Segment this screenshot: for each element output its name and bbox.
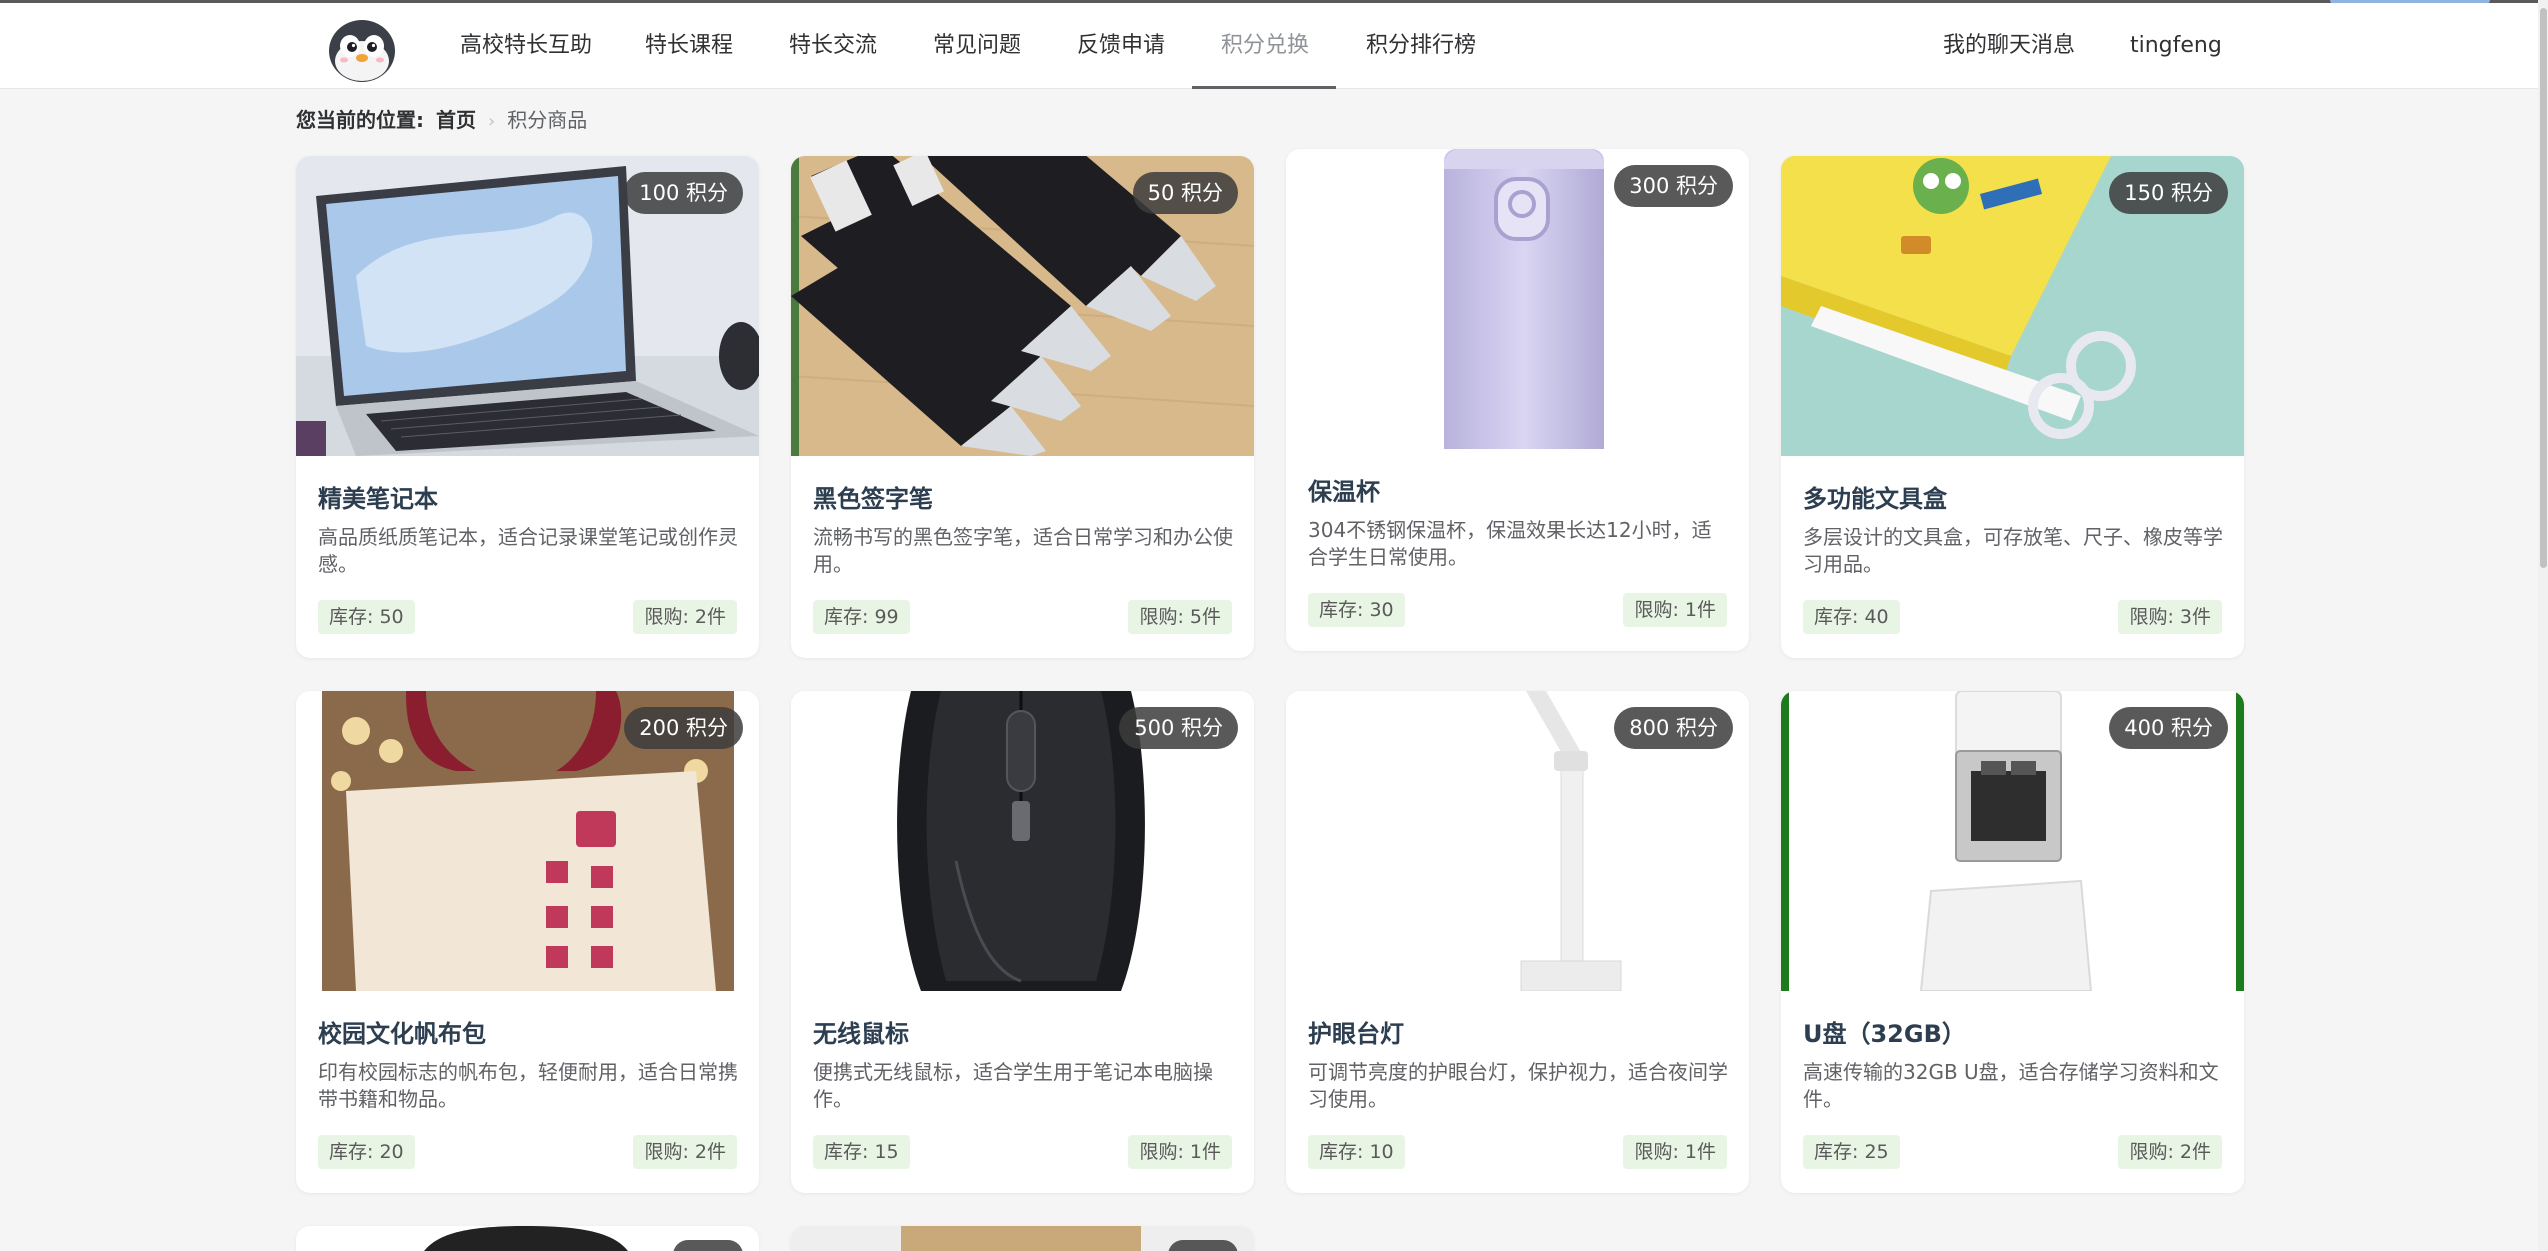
header: 高校特长互助 特长课程 特长交流 常见问题 反馈申请 积分兑换 积分排行榜 我的… (0, 3, 2538, 89)
product-description: 便携式无线鼠标，适合学生用于笔记本电脑操作。 (813, 1060, 1213, 1111)
nav-item-feedback[interactable]: 反馈申请 (1077, 3, 1165, 89)
points-badge: 400 积分 (2109, 707, 2228, 749)
product-card[interactable]: 300 积分 保温杯 304不锈钢保温杯，保温效果长达12小时，适合学生日常使用… (1286, 149, 1749, 651)
product-image-thermos: 300 积分 (1286, 149, 1749, 449)
stock-tag: 库存: 40 (1803, 600, 1900, 634)
product-name: 护眼台灯 (1308, 1020, 1404, 1048)
points-badge (1168, 1240, 1238, 1251)
stock-tag: 库存: 99 (813, 600, 910, 634)
product-name: 无线鼠标 (813, 1020, 909, 1048)
product-card[interactable] (296, 1226, 759, 1251)
breadcrumb-home-link[interactable]: 首页 (436, 108, 476, 132)
nav-item-points-exchange[interactable]: 积分兑换 (1221, 3, 1309, 89)
breadcrumb: 您当前的位置: 首页 › 积分商品 (296, 105, 587, 135)
nav-item-points-ranking[interactable]: 积分排行榜 (1366, 3, 1476, 89)
product-name: 校园文化帆布包 (318, 1020, 486, 1048)
limit-tag: 限购: 2件 (633, 1135, 737, 1169)
product-description: 流畅书写的黑色签字笔，适合日常学习和办公使用。 (813, 525, 1233, 576)
product-description: 印有校园标志的帆布包，轻便耐用，适合日常携带书籍和物品。 (318, 1060, 738, 1111)
points-badge: 500 积分 (1119, 707, 1238, 749)
breadcrumb-current: 积分商品 (507, 108, 588, 132)
nav-item-skill-mutual-aid[interactable]: 高校特长互助 (460, 3, 592, 89)
breadcrumb-separator: › (488, 111, 496, 132)
product-description: 高品质纸质笔记本，适合记录课堂笔记或创作灵感。 (318, 525, 738, 576)
product-name: 黑色签字笔 (813, 485, 933, 513)
product-description: 304不锈钢保温杯，保温效果长达12小时，适合学生日常使用。 (1308, 518, 1712, 569)
product-image-usb-drive: 400 积分 (1781, 691, 2244, 991)
limit-tag: 限购: 2件 (633, 600, 737, 634)
points-badge (673, 1240, 743, 1251)
product-image-laptop: 100 积分 (296, 156, 759, 456)
nav-item-faq[interactable]: 常见问题 (933, 3, 1021, 89)
nav-item-skill-exchange[interactable]: 特长交流 (789, 3, 877, 89)
scrollbar-thumb[interactable] (2540, 8, 2547, 568)
product-name: U盘（32GB） (1803, 1020, 1966, 1048)
user-menu[interactable]: tingfeng (2130, 3, 2222, 89)
limit-tag: 限购: 1件 (1128, 1135, 1232, 1169)
points-badge: 300 积分 (1614, 165, 1733, 207)
product-description: 多层设计的文具盒，可存放笔、尺子、橡皮等学习用品。 (1803, 525, 2223, 576)
points-badge: 50 积分 (1132, 172, 1238, 214)
stock-tag: 库存: 30 (1308, 593, 1405, 627)
product-name: 保温杯 (1308, 478, 1380, 506)
product-card[interactable] (791, 1226, 1254, 1251)
product-name: 精美笔记本 (318, 485, 438, 513)
logo-penguin-icon[interactable] (326, 15, 398, 83)
points-badge: 100 积分 (624, 172, 743, 214)
points-badge: 800 积分 (1614, 707, 1733, 749)
product-image-stationery-box: 150 积分 (1781, 156, 2244, 456)
nav-item-skill-courses[interactable]: 特长课程 (645, 3, 733, 89)
chat-messages-link[interactable]: 我的聊天消息 (1943, 3, 2075, 89)
stock-tag: 库存: 20 (318, 1135, 415, 1169)
product-description: 高速传输的32GB U盘，适合存储学习资料和文件。 (1803, 1060, 2219, 1111)
breadcrumb-prefix: 您当前的位置: (296, 108, 424, 132)
stock-tag: 库存: 10 (1308, 1135, 1405, 1169)
points-badge: 150 积分 (2109, 172, 2228, 214)
product-card[interactable]: 50 积分 黑色签字笔 流畅书写的黑色签字笔，适合日常学习和办公使用。 库存: … (791, 156, 1254, 658)
product-card[interactable]: 100 积分 精美笔记本 高品质纸质笔记本，适合记录课堂笔记或创作灵感。 库存:… (296, 156, 759, 658)
product-image-pens: 50 积分 (791, 156, 1254, 456)
points-badge: 200 积分 (624, 707, 743, 749)
product-image-mouse: 500 积分 (791, 691, 1254, 991)
stock-tag: 库存: 15 (813, 1135, 910, 1169)
limit-tag: 限购: 5件 (1128, 600, 1232, 634)
product-image-canvas-bag: 200 积分 (296, 691, 759, 991)
product-card[interactable]: 800 积分 护眼台灯 可调节亮度的护眼台灯，保护视力，适合夜间学习使用。 库存… (1286, 691, 1749, 1193)
product-card[interactable]: 200 积分 校园文化帆布包 印有校园标志的帆布包，轻便耐用，适合日常携带书籍和… (296, 691, 759, 1193)
product-card[interactable]: 150 积分 多功能文具盒 多层设计的文具盒，可存放笔、尺子、橡皮等学习用品。 … (1781, 156, 2244, 658)
active-nav-indicator (1192, 86, 1336, 89)
stock-tag: 库存: 50 (318, 600, 415, 634)
product-description: 可调节亮度的护眼台灯，保护视力，适合夜间学习使用。 (1308, 1060, 1728, 1111)
product-name: 多功能文具盒 (1803, 485, 1947, 513)
limit-tag: 限购: 3件 (2118, 600, 2222, 634)
limit-tag: 限购: 2件 (2118, 1135, 2222, 1169)
product-card[interactable]: 500 积分 无线鼠标 便携式无线鼠标，适合学生用于笔记本电脑操作。 库存: 1… (791, 691, 1254, 1193)
product-image-desk-lamp: 800 积分 (1286, 691, 1749, 991)
limit-tag: 限购: 1件 (1623, 1135, 1727, 1169)
stock-tag: 库存: 25 (1803, 1135, 1900, 1169)
product-card[interactable]: 400 积分 U盘（32GB） 高速传输的32GB U盘，适合存储学习资料和文件… (1781, 691, 2244, 1193)
limit-tag: 限购: 1件 (1623, 593, 1727, 627)
